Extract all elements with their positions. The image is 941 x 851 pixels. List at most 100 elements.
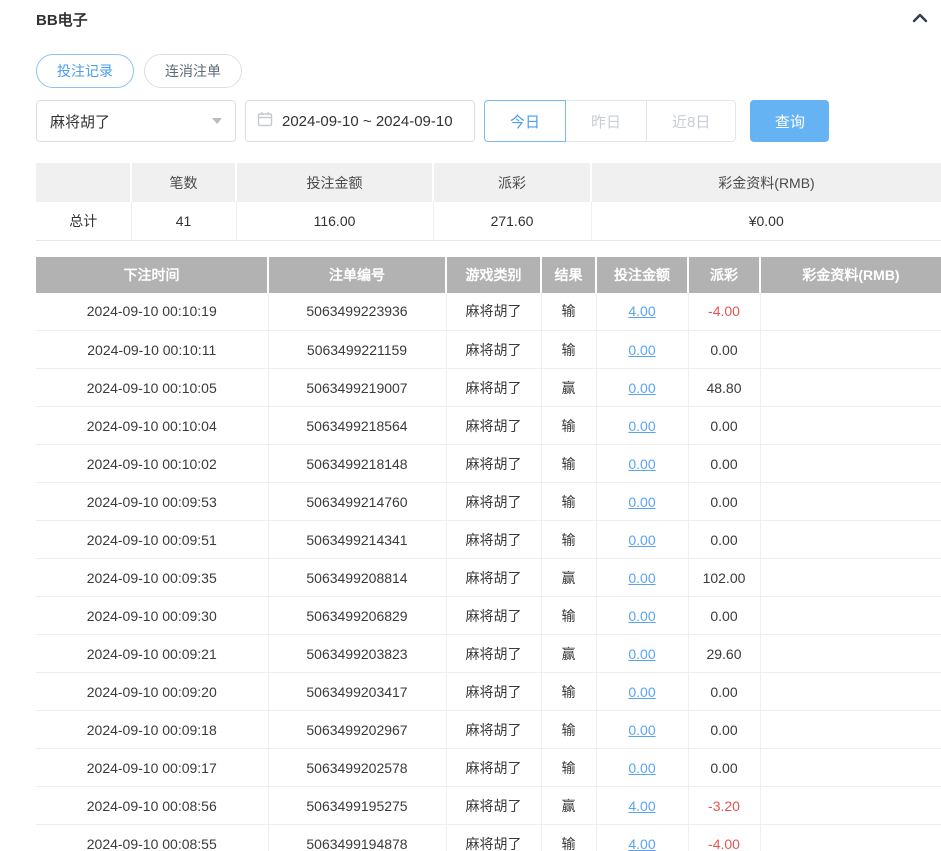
cell-bet-amount: 4.00 (596, 293, 688, 331)
range-yesterday-button[interactable]: 昨日 (565, 100, 647, 142)
tab-cancelled-orders[interactable]: 连消注单 (144, 54, 242, 88)
cell-bet-time: 2024-09-10 00:09:30 (36, 597, 268, 635)
cell-order-id: 5063499208814 (268, 559, 446, 597)
cell-payout: 48.80 (688, 369, 760, 407)
bet-amount-link[interactable]: 0.00 (628, 380, 655, 396)
bet-amount-link[interactable]: 4.00 (628, 303, 655, 319)
cell-payout: 0.00 (688, 673, 760, 711)
header-bet-amount: 投注金额 (596, 257, 688, 293)
cell-game-type: 麻将胡了 (446, 407, 541, 445)
cell-bonus (760, 749, 941, 787)
quick-range-group: 今日 昨日 近8日 (484, 100, 736, 142)
bet-amount-link[interactable]: 4.00 (628, 836, 655, 851)
bet-amount-link[interactable]: 0.00 (628, 418, 655, 434)
table-row: 2024-09-10 00:10:04 5063499218564 麻将胡了 输… (36, 407, 941, 445)
record-tabs: 投注记录 连消注单 (36, 54, 941, 88)
cell-game-type: 麻将胡了 (446, 369, 541, 407)
cell-result: 输 (541, 749, 596, 787)
game-select[interactable]: 麻将胡了 (36, 100, 236, 142)
collapse-button[interactable] (905, 9, 935, 30)
cell-bet-time: 2024-09-10 00:10:04 (36, 407, 268, 445)
cell-bet-amount: 0.00 (596, 445, 688, 483)
bet-amount-link[interactable]: 0.00 (628, 494, 655, 510)
cell-bet-time: 2024-09-10 00:10:02 (36, 445, 268, 483)
cell-bet-amount: 0.00 (596, 331, 688, 369)
cell-payout: 0.00 (688, 521, 760, 559)
table-row: 2024-09-10 00:10:19 5063499223936 麻将胡了 输… (36, 293, 941, 331)
bet-amount-link[interactable]: 4.00 (628, 798, 655, 814)
query-button[interactable]: 查询 (750, 100, 829, 142)
cell-bonus (760, 597, 941, 635)
cell-order-id: 5063499195275 (268, 787, 446, 825)
cell-bet-amount: 0.00 (596, 407, 688, 445)
bet-amount-link[interactable]: 0.00 (628, 342, 655, 358)
summary-header-bonus: 彩金资料(RMB) (591, 163, 941, 202)
bet-amount-link[interactable]: 0.00 (628, 456, 655, 472)
cell-result: 输 (541, 445, 596, 483)
cell-order-id: 5063499218564 (268, 407, 446, 445)
date-range-input[interactable]: 2024-09-10 ~ 2024-09-10 (245, 100, 475, 142)
cell-game-type: 麻将胡了 (446, 597, 541, 635)
cell-bet-time: 2024-09-10 00:10:11 (36, 331, 268, 369)
cell-bonus (760, 673, 941, 711)
bet-amount-link[interactable]: 0.00 (628, 646, 655, 662)
bet-amount-link[interactable]: 0.00 (628, 532, 655, 548)
table-row: 2024-09-10 00:09:35 5063499208814 麻将胡了 赢… (36, 559, 941, 597)
cell-bet-time: 2024-09-10 00:09:21 (36, 635, 268, 673)
cell-payout: -4.00 (688, 825, 760, 851)
chevron-up-icon (911, 13, 929, 28)
cell-bonus (760, 369, 941, 407)
table-row: 2024-09-10 00:10:05 5063499219007 麻将胡了 赢… (36, 369, 941, 407)
table-row: 2024-09-10 00:09:17 5063499202578 麻将胡了 输… (36, 749, 941, 787)
table-row: 2024-09-10 00:09:21 5063499203823 麻将胡了 赢… (36, 635, 941, 673)
cell-order-id: 5063499218148 (268, 445, 446, 483)
bet-amount-link[interactable]: 0.00 (628, 722, 655, 738)
cell-payout: 0.00 (688, 407, 760, 445)
table-row: 2024-09-10 00:10:02 5063499218148 麻将胡了 输… (36, 445, 941, 483)
cell-game-type: 麻将胡了 (446, 331, 541, 369)
cell-bet-amount: 0.00 (596, 521, 688, 559)
cell-payout: 0.00 (688, 445, 760, 483)
cell-result: 赢 (541, 369, 596, 407)
bet-amount-link[interactable]: 0.00 (628, 760, 655, 776)
range-last8days-button[interactable]: 近8日 (646, 100, 736, 142)
summary-total-label: 总计 (36, 202, 131, 240)
cell-result: 输 (541, 825, 596, 851)
cell-result: 赢 (541, 635, 596, 673)
cell-bet-amount: 4.00 (596, 825, 688, 851)
bet-records-panel: BB电子 投注记录 连消注单 麻将胡了 2024-09-10 ~ 2024-09… (0, 0, 941, 851)
bet-amount-link[interactable]: 0.00 (628, 570, 655, 586)
cell-result: 输 (541, 331, 596, 369)
header-order-id: 注单编号 (268, 257, 446, 293)
cell-payout: 0.00 (688, 711, 760, 749)
cell-bet-amount: 0.00 (596, 483, 688, 521)
cell-bonus (760, 825, 941, 851)
range-today-button[interactable]: 今日 (484, 100, 566, 142)
filter-bar: 麻将胡了 2024-09-10 ~ 2024-09-10 今日 昨日 近8日 查… (36, 100, 941, 142)
date-range-value: 2024-09-10 ~ 2024-09-10 (282, 113, 453, 130)
cell-bet-time: 2024-09-10 00:09:35 (36, 559, 268, 597)
cell-order-id: 5063499202578 (268, 749, 446, 787)
cell-order-id: 5063499194878 (268, 825, 446, 851)
bet-amount-link[interactable]: 0.00 (628, 684, 655, 700)
header-bonus: 彩金资料(RMB) (760, 257, 941, 293)
cell-bonus (760, 521, 941, 559)
cell-bet-amount: 0.00 (596, 673, 688, 711)
panel-title: BB电子 (36, 9, 88, 30)
bet-amount-link[interactable]: 0.00 (628, 608, 655, 624)
caret-down-icon (212, 118, 222, 124)
cell-result: 输 (541, 407, 596, 445)
cell-bonus (760, 293, 941, 331)
summary-header-row: 笔数 投注金额 派彩 彩金资料(RMB) (36, 163, 941, 202)
cell-bet-amount: 0.00 (596, 635, 688, 673)
cell-order-id: 5063499214341 (268, 521, 446, 559)
tab-bet-records[interactable]: 投注记录 (36, 54, 134, 88)
cell-result: 输 (541, 711, 596, 749)
cell-bet-time: 2024-09-10 00:10:05 (36, 369, 268, 407)
cell-bet-amount: 0.00 (596, 597, 688, 635)
cell-bonus (760, 407, 941, 445)
cell-order-id: 5063499203417 (268, 673, 446, 711)
cell-game-type: 麻将胡了 (446, 787, 541, 825)
header-bet-time: 下注时间 (36, 257, 268, 293)
cell-payout: 0.00 (688, 483, 760, 521)
